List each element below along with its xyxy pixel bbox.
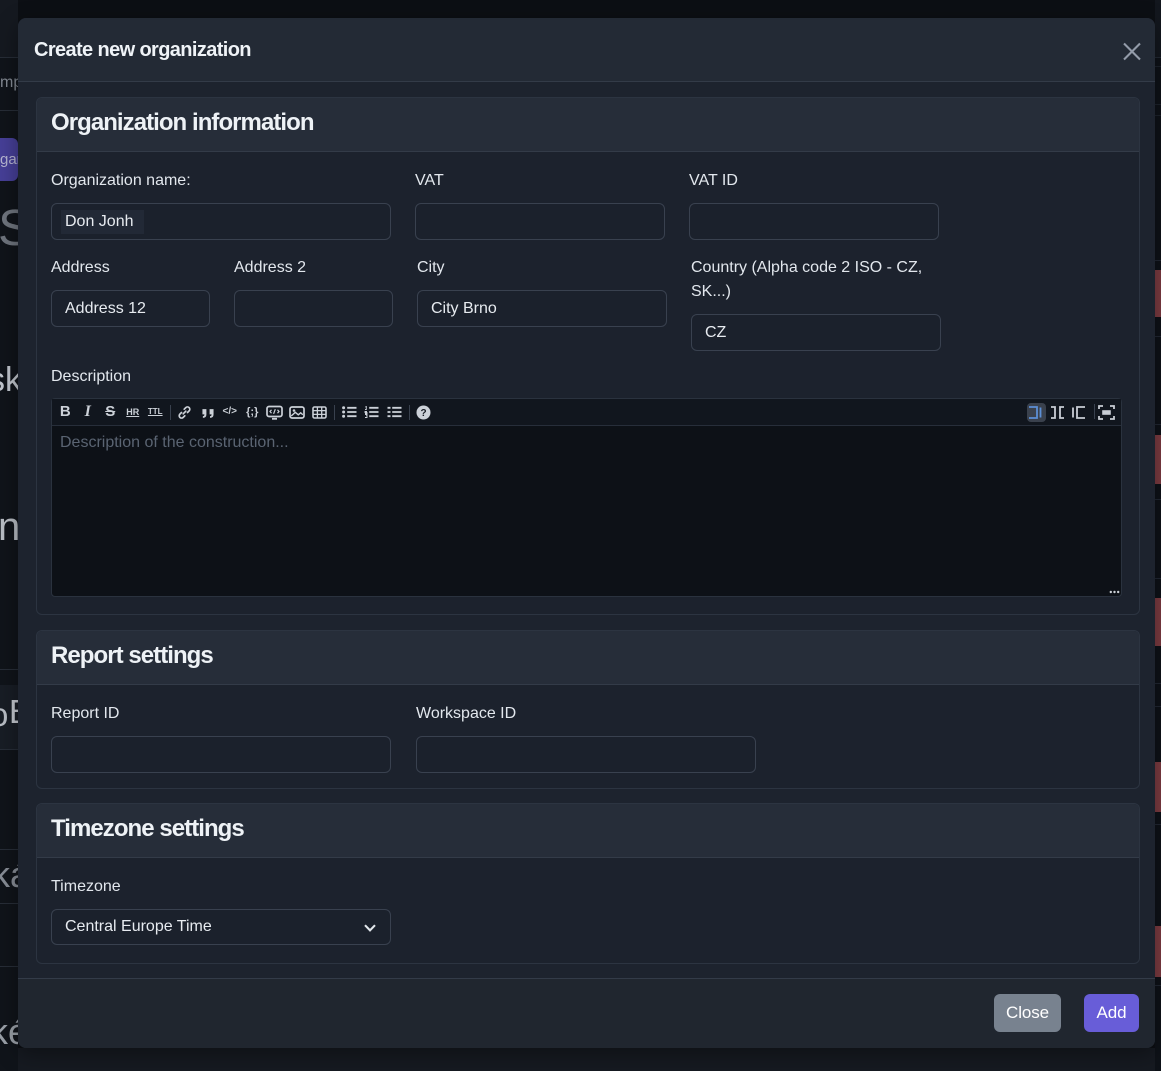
svg-text:?: ?: [421, 408, 427, 419]
